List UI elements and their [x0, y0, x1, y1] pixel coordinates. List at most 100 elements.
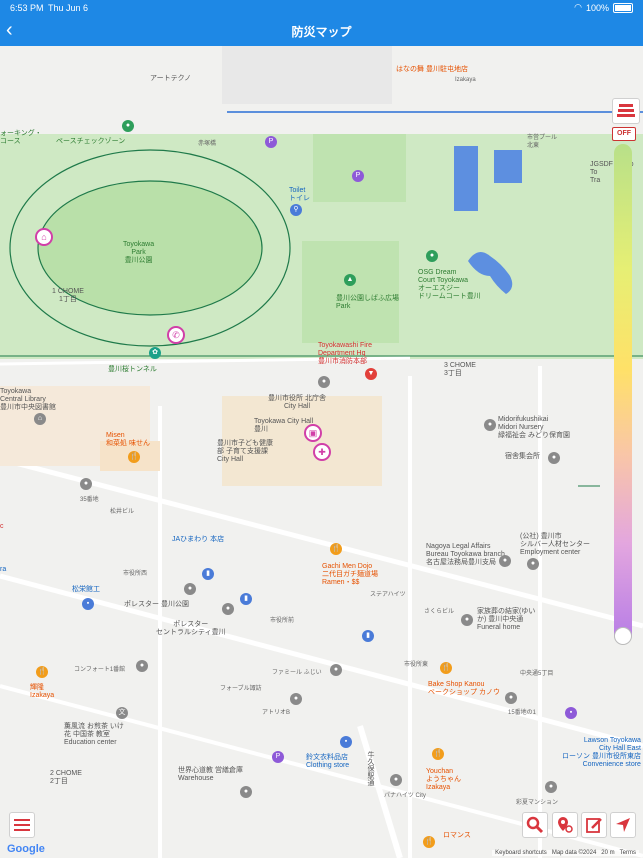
label-ushikubo: 牛久保駅通 [367, 751, 374, 786]
menu-button[interactable] [9, 812, 35, 838]
aid-marker-icon[interactable]: ✚ [313, 443, 331, 461]
label-city-hall-north[interactable]: 豊川市役所 北庁舎 City Hall [268, 395, 326, 411]
label-central-library[interactable]: Toyokawa Central Library 豊川市中央図書館 [0, 388, 56, 412]
label-lawson[interactable]: Lawson Toyokawa City Hall East ローソン 豊川市役… [562, 737, 641, 769]
label-35-banchi: 35番地 [80, 497, 99, 503]
parking-pin-icon[interactable]: P [265, 136, 277, 148]
sekai-pin-icon[interactable]: ● [240, 786, 252, 798]
location-arrow-icon [616, 818, 630, 832]
lawson-pin-icon[interactable]: ▪ [565, 707, 577, 719]
label-2-chome: 2 CHOME 2丁目 [50, 770, 82, 785]
shukusha-pin-icon[interactable]: ● [548, 452, 560, 464]
bus-stop-icon[interactable]: ▮ [202, 568, 214, 580]
bake-shop-pin-icon[interactable]: 🍴 [440, 662, 452, 674]
page-title: 防災マップ [291, 25, 352, 39]
label-shibafu[interactable]: 豊川公園しばふ広場 Park [336, 295, 399, 311]
hazard-legend-button[interactable] [612, 98, 640, 124]
parking-pin-icon-2[interactable]: P [352, 170, 364, 182]
label-pace-check: ペースチェックゾーン [56, 138, 126, 145]
hazard-legend-icon [617, 104, 635, 117]
label-nichiryu[interactable]: 輝隆 Izakaya [30, 684, 54, 700]
paper-pin-icon[interactable]: ● [390, 774, 402, 786]
label-akatsuka: 赤塚橋 [198, 141, 217, 147]
edit-button[interactable] [581, 812, 607, 838]
library-pin-icon[interactable]: ⌂ [34, 413, 46, 425]
gachi-men-pin-icon[interactable]: 🍴 [330, 543, 342, 555]
label-kazokuso[interactable]: 家族葬の結家(ゆい か) 豊川中央通 Funeral home [477, 608, 535, 632]
osg-pin-icon[interactable]: ● [426, 250, 438, 262]
midori-pin-icon[interactable]: ● [484, 419, 496, 431]
shelter-marker-icon[interactable]: ⌂ [35, 228, 53, 246]
label-midori[interactable]: Midorifukushikai Midori Nursery 緑福祉会 みどり… [498, 416, 570, 440]
label-youchan[interactable]: Youchan ようちゃん Izakaya [426, 768, 461, 792]
label-atoria: アトリオB [262, 710, 291, 716]
label-nagoya-legal[interactable]: Nagoya Legal Affairs Bureau Toyokawa bra… [426, 543, 505, 567]
suzubun-pin-icon[interactable]: ▪ [340, 736, 352, 748]
comfort-pin-icon[interactable]: ● [136, 660, 148, 672]
label-sai-mansion: 彩夏マンション [516, 800, 559, 806]
terms-link[interactable]: Terms [620, 850, 636, 856]
label-polestar-central[interactable]: ポレスター セントラルシティ豊川 [156, 621, 226, 637]
label-ichiyaku-mae: 市役所前 [270, 618, 295, 624]
label-romance[interactable]: ロマンス [443, 832, 471, 840]
location-button[interactable] [610, 812, 636, 838]
label-bake-shop[interactable]: Bake Shop Kanou ベークショップ カノウ [428, 681, 500, 697]
layer-off-button[interactable]: OFF [612, 127, 636, 141]
label-ja-himawari[interactable]: JAひまわり 本店 [172, 536, 224, 544]
tree-pin-icon[interactable]: ▲ [344, 274, 356, 286]
label-gachi-men[interactable]: Gachi Men Dojo 二代目ガチ麺道場 Ramen・$$ [322, 563, 378, 587]
opacity-slider-knob[interactable] [614, 627, 632, 645]
misen-pin-icon[interactable]: 🍴 [128, 451, 140, 463]
phone-marker-icon[interactable]: ✆ [167, 326, 185, 344]
map-pin-park-icon[interactable]: ● [122, 120, 134, 132]
romance-pin-icon[interactable]: 🍴 [423, 836, 435, 848]
label-fire-dept[interactable]: Toyokawashi Fire Department Hq 豊川市消防本部 [318, 342, 372, 366]
label-walking-course: ォーキング・ コース [0, 130, 42, 145]
tunnel-pin-icon[interactable]: ✿ [149, 347, 161, 359]
label-shogaku[interactable]: 松栄館工 [72, 586, 100, 594]
label-hananomai[interactable]: はなの舞 豊川駐屯地店 [396, 66, 468, 74]
battery-percent: 100% [585, 2, 609, 13]
parking-pin-icon-3[interactable]: P [272, 751, 284, 763]
silver-pin-icon[interactable]: ● [527, 558, 539, 570]
nagoya-legal-pin-icon[interactable]: ● [499, 555, 511, 567]
iroha-pin-icon[interactable]: 文 [116, 707, 128, 719]
shogaku-blue-pin-icon[interactable]: ▪ [82, 598, 94, 610]
city-hall-north-pin-icon[interactable]: ● [318, 376, 330, 388]
label-silver[interactable]: (公社) 豊川市 シルバー人材センター Employment center [520, 533, 590, 557]
label-suzubun[interactable]: 鈴文衣料品店 Clothing store [306, 754, 349, 770]
nichiryu-pin-icon[interactable]: 🍴 [36, 666, 48, 678]
ban15-pin-icon[interactable]: ● [505, 692, 517, 704]
familia-pin-icon[interactable]: ● [330, 664, 342, 676]
pin-search-button[interactable] [552, 812, 578, 838]
keyboard-shortcuts-link[interactable]: Keyboard shortcuts [495, 850, 547, 856]
sai-pin-icon[interactable]: ● [545, 781, 557, 793]
polestar-pin-icon[interactable]: ● [222, 603, 234, 615]
label-osg[interactable]: OSG Dream Court Toyokawa オーエスジー ドリームコート豊… [418, 269, 481, 301]
label-kodomo[interactable]: 豊川市子ども健康 部 子育て支援課 City Hall [217, 440, 273, 464]
fire-dept-pin-icon[interactable]: ▼ [365, 368, 377, 380]
label-shiei-pool: 市営プール 北東 [527, 135, 558, 149]
banchi-pin-icon[interactable]: ● [80, 478, 92, 490]
label-polestar-park[interactable]: ポレスター 豊川公園 [124, 601, 189, 609]
map-view[interactable]: アートテクノ はなの舞 豊川駐屯地店 Izakaya ォーキング・ コース ペー… [0, 46, 643, 858]
polestar-bus-icon[interactable]: ▮ [240, 593, 252, 605]
toilet-pin-icon[interactable]: ⚲ [290, 204, 302, 216]
label-iroha[interactable]: 薫風流 お煎茶 いけ 花 中国茶 教室 Education center [64, 723, 124, 747]
label-toilet[interactable]: Toilet トイレ [289, 187, 310, 203]
label-misen[interactable]: Misen 和菜処 味せん [106, 432, 150, 448]
youchan-pin-icon[interactable]: 🍴 [432, 748, 444, 760]
city-hall-marker-icon[interactable]: ▣ [304, 424, 322, 442]
shogaku-pin-icon[interactable]: ● [184, 583, 196, 595]
opacity-slider[interactable] [614, 144, 632, 644]
map-attribution: Keyboard shortcuts Map data ©2024 20 m T… [492, 850, 639, 856]
label-15-banchi: 15番地の1 [508, 710, 537, 716]
label-sekai[interactable]: 世界心道教 営繕倉庫 Warehouse [178, 767, 243, 783]
atoria-pin-icon[interactable]: ● [290, 693, 302, 705]
label-toyokawa-park[interactable]: Toyokawa Park 豊川公園 [123, 241, 154, 265]
search-button[interactable] [522, 812, 548, 838]
funeral-pin-icon[interactable]: ● [461, 614, 473, 626]
label-art-techno: アートテクノ [150, 75, 192, 82]
label-tunnel[interactable]: 豊川桜トンネル [108, 366, 157, 374]
bus-stop-icon-2[interactable]: ▮ [362, 630, 374, 642]
